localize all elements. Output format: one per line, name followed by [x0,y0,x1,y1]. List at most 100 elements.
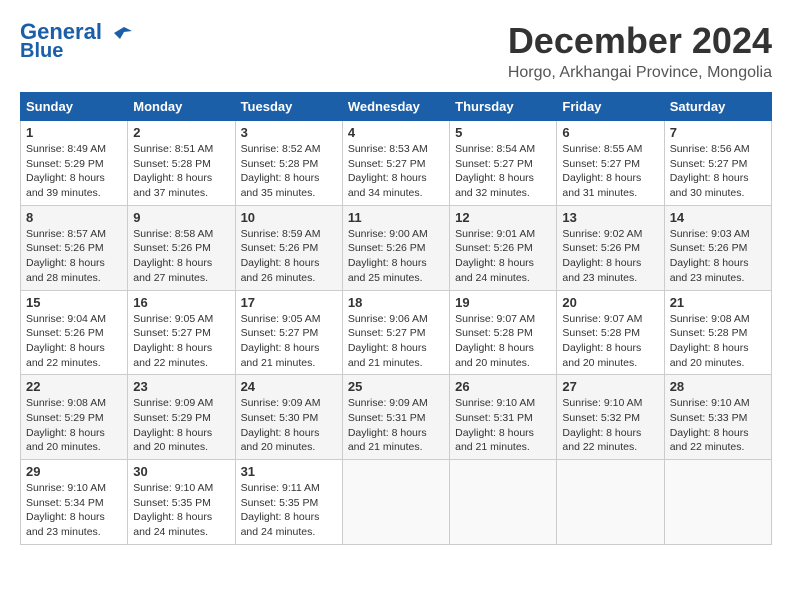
day-info: Sunrise: 8:51 AM Sunset: 5:28 PM Dayligh… [133,142,229,201]
day-info: Sunrise: 8:59 AM Sunset: 5:26 PM Dayligh… [241,227,337,286]
calendar-day-cell: 5 Sunrise: 8:54 AM Sunset: 5:27 PM Dayli… [450,121,557,206]
daylight: Daylight: 8 hours and 26 minutes. [241,257,320,284]
calendar-table: Sunday Monday Tuesday Wednesday Thursday… [20,92,772,545]
day-info: Sunrise: 9:07 AM Sunset: 5:28 PM Dayligh… [455,312,551,371]
calendar-day-cell: 26 Sunrise: 9:10 AM Sunset: 5:31 PM Dayl… [450,375,557,460]
daylight: Daylight: 8 hours and 20 minutes. [562,342,641,369]
daylight: Daylight: 8 hours and 39 minutes. [26,172,105,199]
day-number: 29 [26,464,122,479]
sunset: Sunset: 5:27 PM [348,327,426,339]
calendar-week-row: 8 Sunrise: 8:57 AM Sunset: 5:26 PM Dayli… [21,205,772,290]
sunset: Sunset: 5:29 PM [133,412,211,424]
daylight: Daylight: 8 hours and 21 minutes. [348,342,427,369]
day-number: 22 [26,379,122,394]
day-number: 9 [133,210,229,225]
sunrise: Sunrise: 8:52 AM [241,143,321,155]
title-section: December 2024 Horgo, Arkhangai Province,… [508,20,772,82]
day-number: 8 [26,210,122,225]
calendar-day-cell: 18 Sunrise: 9:06 AM Sunset: 5:27 PM Dayl… [342,290,449,375]
daylight: Daylight: 8 hours and 35 minutes. [241,172,320,199]
calendar-day-cell: 11 Sunrise: 9:00 AM Sunset: 5:26 PM Dayl… [342,205,449,290]
daylight: Daylight: 8 hours and 21 minutes. [241,342,320,369]
day-number: 25 [348,379,444,394]
daylight: Daylight: 8 hours and 23 minutes. [26,511,105,538]
day-number: 7 [670,125,766,140]
calendar-day-cell: 1 Sunrise: 8:49 AM Sunset: 5:29 PM Dayli… [21,121,128,206]
calendar-day-cell: 12 Sunrise: 9:01 AM Sunset: 5:26 PM Dayl… [450,205,557,290]
daylight: Daylight: 8 hours and 24 minutes. [455,257,534,284]
col-thursday: Thursday [450,93,557,121]
col-wednesday: Wednesday [342,93,449,121]
day-number: 26 [455,379,551,394]
sunset: Sunset: 5:26 PM [26,242,104,254]
daylight: Daylight: 8 hours and 22 minutes. [26,342,105,369]
daylight: Daylight: 8 hours and 21 minutes. [455,427,534,454]
sunrise: Sunrise: 8:55 AM [562,143,642,155]
daylight: Daylight: 8 hours and 22 minutes. [562,427,641,454]
logo: General Blue [20,20,132,62]
sunset: Sunset: 5:26 PM [26,327,104,339]
day-info: Sunrise: 9:04 AM Sunset: 5:26 PM Dayligh… [26,312,122,371]
daylight: Daylight: 8 hours and 24 minutes. [133,511,212,538]
col-tuesday: Tuesday [235,93,342,121]
sunset: Sunset: 5:27 PM [455,158,533,170]
month-title: December 2024 [508,20,772,62]
calendar-day-cell: 19 Sunrise: 9:07 AM Sunset: 5:28 PM Dayl… [450,290,557,375]
col-saturday: Saturday [664,93,771,121]
sunrise: Sunrise: 9:08 AM [26,397,106,409]
day-info: Sunrise: 9:02 AM Sunset: 5:26 PM Dayligh… [562,227,658,286]
sunset: Sunset: 5:30 PM [241,412,319,424]
logo-blue-text: Blue [20,40,63,62]
sunset: Sunset: 5:27 PM [133,327,211,339]
sunset: Sunset: 5:27 PM [562,158,640,170]
day-number: 27 [562,379,658,394]
calendar-day-cell: 16 Sunrise: 9:05 AM Sunset: 5:27 PM Dayl… [128,290,235,375]
day-info: Sunrise: 9:06 AM Sunset: 5:27 PM Dayligh… [348,312,444,371]
daylight: Daylight: 8 hours and 20 minutes. [241,427,320,454]
calendar-day-cell: 13 Sunrise: 9:02 AM Sunset: 5:26 PM Dayl… [557,205,664,290]
calendar-week-row: 29 Sunrise: 9:10 AM Sunset: 5:34 PM Dayl… [21,460,772,545]
sunset: Sunset: 5:33 PM [670,412,748,424]
calendar-day-cell: 2 Sunrise: 8:51 AM Sunset: 5:28 PM Dayli… [128,121,235,206]
daylight: Daylight: 8 hours and 20 minutes. [26,427,105,454]
sunrise: Sunrise: 9:00 AM [348,228,428,240]
daylight: Daylight: 8 hours and 30 minutes. [670,172,749,199]
logo-bird-icon [110,25,132,41]
sunrise: Sunrise: 8:57 AM [26,228,106,240]
calendar-day-cell [450,460,557,545]
day-number: 14 [670,210,766,225]
col-monday: Monday [128,93,235,121]
calendar-day-cell: 24 Sunrise: 9:09 AM Sunset: 5:30 PM Dayl… [235,375,342,460]
calendar-day-cell: 29 Sunrise: 9:10 AM Sunset: 5:34 PM Dayl… [21,460,128,545]
daylight: Daylight: 8 hours and 32 minutes. [455,172,534,199]
daylight: Daylight: 8 hours and 21 minutes. [348,427,427,454]
sunrise: Sunrise: 8:56 AM [670,143,750,155]
sunrise: Sunrise: 9:11 AM [241,482,320,494]
sunset: Sunset: 5:26 PM [241,242,319,254]
calendar-day-cell: 25 Sunrise: 9:09 AM Sunset: 5:31 PM Dayl… [342,375,449,460]
calendar-day-cell: 3 Sunrise: 8:52 AM Sunset: 5:28 PM Dayli… [235,121,342,206]
sunset: Sunset: 5:27 PM [670,158,748,170]
daylight: Daylight: 8 hours and 37 minutes. [133,172,212,199]
sunrise: Sunrise: 9:09 AM [241,397,321,409]
day-number: 2 [133,125,229,140]
sunrise: Sunrise: 8:49 AM [26,143,106,155]
calendar-day-cell: 28 Sunrise: 9:10 AM Sunset: 5:33 PM Dayl… [664,375,771,460]
day-number: 3 [241,125,337,140]
daylight: Daylight: 8 hours and 23 minutes. [670,257,749,284]
day-number: 28 [670,379,766,394]
day-number: 13 [562,210,658,225]
sunset: Sunset: 5:31 PM [348,412,426,424]
day-number: 23 [133,379,229,394]
sunset: Sunset: 5:28 PM [133,158,211,170]
calendar-header-row: Sunday Monday Tuesday Wednesday Thursday… [21,93,772,121]
sunset: Sunset: 5:32 PM [562,412,640,424]
sunrise: Sunrise: 9:10 AM [562,397,642,409]
calendar-day-cell: 30 Sunrise: 9:10 AM Sunset: 5:35 PM Dayl… [128,460,235,545]
day-number: 31 [241,464,337,479]
daylight: Daylight: 8 hours and 24 minutes. [241,511,320,538]
daylight: Daylight: 8 hours and 20 minutes. [133,427,212,454]
calendar-day-cell: 20 Sunrise: 9:07 AM Sunset: 5:28 PM Dayl… [557,290,664,375]
calendar-day-cell: 17 Sunrise: 9:05 AM Sunset: 5:27 PM Dayl… [235,290,342,375]
day-number: 21 [670,295,766,310]
